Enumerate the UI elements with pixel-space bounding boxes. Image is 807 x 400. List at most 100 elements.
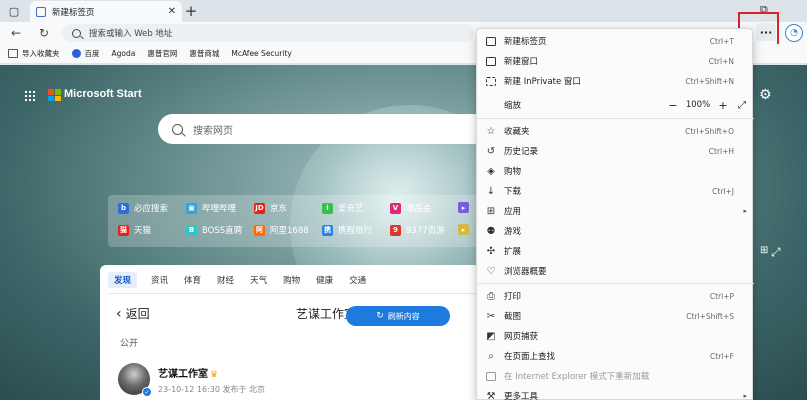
quicklink-jd[interactable]: JD 京东	[254, 202, 287, 214]
quicklink-iqiyi[interactable]: i 爱奇艺	[322, 202, 364, 214]
visibility-label: 公开	[120, 339, 139, 349]
news-feed-card: 发现 资讯 体育 财经 天气 购物 健康 交通 ‹ 返回 艺谋工作室 ↻ 刷新内…	[100, 265, 490, 400]
menu-item-new-tab[interactable]: 新建标签页 Ctrl+T	[477, 31, 754, 51]
quicklink-more-1[interactable]: ▸	[458, 202, 474, 213]
avatar[interactable]: ✓	[118, 363, 152, 397]
profile-avatar-icon[interactable]: ◔	[785, 24, 803, 42]
menu-item-more-tools[interactable]: ⚒ 更多工具 ▸	[477, 386, 754, 400]
favorite-agoda[interactable]: Agoda	[0, 49, 135, 118]
quicklink-vip[interactable]: V 唯品会	[390, 202, 432, 214]
find-icon: ⌕	[488, 350, 494, 362]
refresh-icon[interactable]: ↻	[36, 25, 52, 41]
baidu-icon	[71, 49, 81, 58]
favorite-mcafee[interactable]: McAfee Security	[0, 49, 292, 118]
favorites-icon: ☆	[486, 125, 496, 137]
feed-tab-news[interactable]: 资讯	[151, 274, 168, 286]
feed-tab-sports[interactable]: 体育	[184, 274, 201, 286]
favorite-hp-official[interactable]: 惠普官网	[0, 48, 177, 118]
zoom-out-icon[interactable]: −	[666, 99, 680, 112]
brand-title[interactable]: Microsoft Start	[64, 88, 142, 100]
menu-item-browser-essentials[interactable]: ♡ 浏览器概要	[477, 261, 754, 281]
menu-item-find[interactable]: ⌕ 在页面上查找 Ctrl+F	[477, 346, 754, 366]
back-link[interactable]: ‹ 返回	[116, 305, 150, 322]
quicklink-9377[interactable]: 9 9377页游	[390, 224, 445, 236]
shopping-icon: ◈	[487, 165, 495, 177]
browser-essentials-icon: ♡	[486, 265, 496, 277]
refresh-content-button[interactable]: ↻ 刷新内容	[346, 306, 450, 326]
tab-close-icon[interactable]: ✕	[168, 6, 176, 17]
iqiyi-icon: i	[322, 202, 333, 214]
quicklink-more-2[interactable]: ▸	[458, 224, 474, 235]
feed-tab-traffic[interactable]: 交通	[349, 274, 366, 286]
download-icon: ↓	[486, 185, 496, 197]
menu-item-history[interactable]: ↺ 历史记录 Ctrl+H	[477, 141, 754, 161]
quicklink-boss[interactable]: B BOSS直聘	[186, 224, 242, 236]
menu-separator	[477, 118, 754, 119]
address-bar[interactable]: 搜索或输入 Web 地址	[62, 24, 474, 42]
folder-icon	[8, 49, 18, 58]
menu-item-print[interactable]: ⎙ 打印 Ctrl+P	[477, 286, 754, 306]
author-meta: 23-10-12 16:30 发布于 北京	[158, 385, 265, 394]
favorite-baidu[interactable]: 百度	[71, 48, 100, 59]
quicklink-tmall[interactable]: 猫天猫	[118, 224, 151, 236]
menu-item-zoom: 缩放 − 100% + ⤢	[504, 98, 746, 112]
quicklink-ctrip[interactable]: 携携程旅行	[322, 224, 372, 236]
menu-item-screenshot[interactable]: ✂ 截图 Ctrl+Shift+S	[477, 306, 754, 326]
author-row: ✓ 艺谋工作室 ♛ 23-10-12 16:30 发布于 北京	[118, 363, 265, 397]
refresh-icon: ↻	[376, 311, 384, 321]
tab-title: 新建标签页	[52, 7, 95, 18]
chevron-left-icon: ‹	[116, 305, 122, 322]
quicklink-icon: ▸	[458, 202, 469, 213]
quicklink-bilibili[interactable]: ▣ 哔哩哔哩	[186, 202, 236, 214]
favorite-import[interactable]: 导入收藏夹	[8, 48, 60, 59]
boss-icon: B	[186, 224, 197, 236]
menu-item-new-window[interactable]: 新建窗口 Ctrl+N	[477, 51, 754, 71]
quicklink-1688[interactable]: 阿阿里1688	[254, 224, 309, 236]
apps-icon: ⊞	[486, 205, 496, 217]
menu-item-extensions[interactable]: ✣ 扩展	[477, 241, 754, 261]
games-icon: ⚉	[486, 225, 496, 237]
menu-item-downloads[interactable]: ↓ 下载 Ctrl+J	[477, 181, 754, 201]
author-name[interactable]: 艺谋工作室	[158, 369, 208, 380]
app-launcher-icon[interactable]	[24, 90, 36, 102]
new-tab-button[interactable]: +	[183, 2, 199, 20]
search-icon	[172, 123, 183, 135]
more-tools-icon: ⚒	[486, 390, 496, 400]
menu-item-inprivate[interactable]: 新建 InPrivate 窗口 Ctrl+Shift+N	[477, 71, 754, 91]
menu-item-apps[interactable]: ⊞ 应用 ▸	[477, 201, 754, 221]
layout-icon[interactable]: ⊞	[760, 245, 768, 256]
new-window-icon	[485, 55, 497, 67]
back-icon[interactable]: ←	[8, 25, 24, 41]
search-placeholder: 搜索网页	[193, 125, 233, 137]
refresh-label: 刷新内容	[387, 311, 420, 321]
fullscreen-icon[interactable]: ⤢	[738, 100, 746, 111]
expand-icon[interactable]: ⤢	[771, 245, 781, 260]
ctrip-icon: 携	[322, 224, 333, 236]
menu-item-shopping[interactable]: ◈ 购物	[477, 161, 754, 181]
feed-tabs: 发现 资讯 体育 财经 天气 购物 健康 交通	[108, 271, 382, 289]
menu-item-games[interactable]: ⚉ 游戏	[477, 221, 754, 241]
game-9377-icon: 9	[390, 224, 401, 236]
feed-tab-discover[interactable]: 发现	[108, 272, 138, 288]
page-settings-icon[interactable]: ⚙	[759, 87, 772, 103]
zoom-in-icon[interactable]: +	[716, 99, 730, 112]
back-label: 返回	[125, 307, 150, 321]
menu-item-favorites[interactable]: ☆ 收藏夹 Ctrl+Shift+O	[477, 121, 754, 141]
quicklink-icon: ▸	[458, 224, 469, 235]
jd-icon: JD	[254, 202, 265, 214]
feed-tab-health[interactable]: 健康	[316, 274, 333, 286]
zoom-value: 100%	[685, 100, 711, 110]
favorite-hp-store[interactable]: 惠普商城	[0, 48, 219, 118]
tab-new-tab[interactable]: 新建标签页 ✕	[30, 1, 182, 22]
crown-icon: ♛	[210, 370, 219, 380]
menu-item-web-capture[interactable]: ◩ 网页捕获	[477, 326, 754, 346]
feed-tab-finance[interactable]: 财经	[217, 274, 234, 286]
tab-actions-icon[interactable]: ▢	[6, 3, 22, 19]
feed-tab-weather[interactable]: 天气	[250, 274, 267, 286]
chevron-right-icon: ▸	[743, 392, 747, 400]
feed-tab-shopping[interactable]: 购物	[283, 274, 300, 286]
history-icon: ↺	[486, 145, 496, 157]
menu-separator	[477, 283, 754, 284]
web-search-box[interactable]: 搜索网页	[158, 114, 488, 144]
quicklink-bing[interactable]: b 必应搜索	[118, 202, 168, 214]
